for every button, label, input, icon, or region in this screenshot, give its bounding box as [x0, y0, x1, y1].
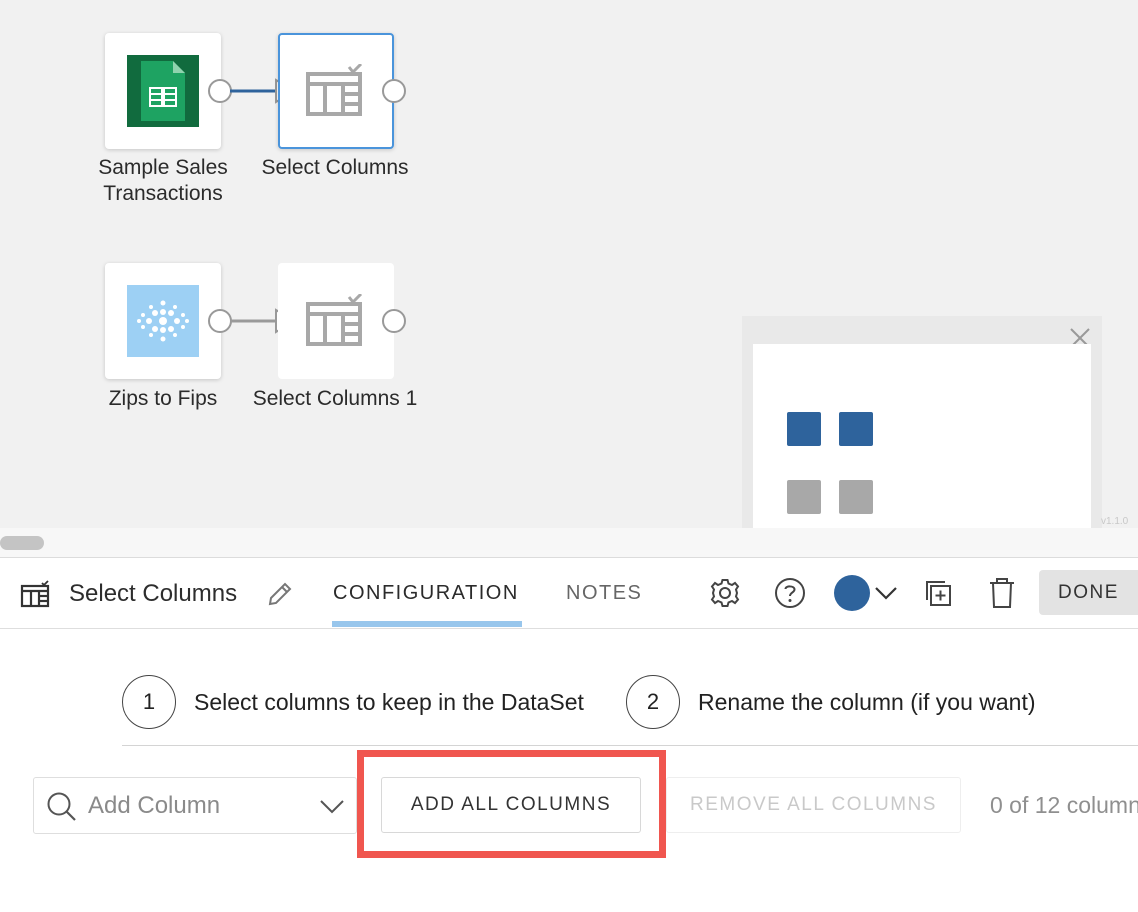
output-port[interactable]	[208, 79, 232, 103]
flow-canvas[interactable]: Sample Sales Transactions Select Columns	[0, 0, 1138, 528]
output-port[interactable]	[208, 309, 232, 333]
minimap-node	[839, 412, 873, 446]
node-select-columns-1[interactable]	[278, 263, 394, 379]
trash-icon[interactable]	[985, 576, 1019, 610]
minimap-node	[839, 480, 873, 514]
node-sample-sales-transactions[interactable]	[105, 33, 221, 149]
scrollbar-thumb[interactable]	[0, 536, 44, 550]
minimap-node	[787, 412, 821, 446]
node-label: Select Columns	[261, 156, 409, 179]
output-port[interactable]	[382, 79, 406, 103]
google-sheets-icon	[127, 55, 199, 127]
panel-title: Select Columns	[69, 580, 238, 607]
panel-header: Select Columns CONFIGURATION NOTES DONE	[0, 558, 1138, 629]
node-label: Zips to Fips	[108, 387, 218, 410]
select-columns-icon	[306, 294, 363, 346]
add-all-columns-button[interactable]: ADD ALL COLUMNS	[381, 777, 641, 833]
pencil-icon[interactable]	[266, 580, 294, 608]
step-number-2: 2	[626, 675, 680, 729]
node-label: Sample Sales Transactions	[98, 156, 228, 205]
chevron-down-icon[interactable]	[318, 796, 346, 816]
add-column-input[interactable]	[88, 788, 308, 824]
step-text-1: Select columns to keep in the DataSet	[194, 689, 584, 715]
version-label: v1.1.0	[1101, 516, 1129, 527]
chevron-down-icon[interactable]	[874, 584, 898, 602]
duplicate-icon[interactable]	[921, 576, 955, 610]
step-text-2: Rename the column (if you want)	[698, 689, 1036, 715]
search-icon	[47, 792, 76, 821]
output-port[interactable]	[382, 309, 406, 333]
step-number-1: 1	[122, 675, 176, 729]
dataset-dots-icon	[127, 285, 199, 357]
minimap[interactable]	[742, 316, 1102, 528]
active-tab-indicator	[332, 621, 522, 627]
node-zips-to-fips[interactable]	[105, 263, 221, 379]
gear-icon[interactable]	[708, 576, 742, 610]
color-swatch[interactable]	[834, 575, 870, 611]
minimap-node	[787, 480, 821, 514]
help-icon[interactable]	[773, 576, 807, 610]
tab-configuration[interactable]: CONFIGURATION	[333, 582, 519, 605]
divider	[122, 745, 1138, 746]
add-column-select[interactable]	[33, 777, 357, 834]
done-button[interactable]: DONE	[1039, 570, 1138, 615]
canvas-scrollbar[interactable]	[0, 528, 1138, 558]
remove-all-columns-button[interactable]: REMOVE ALL COLUMNS	[666, 777, 961, 833]
select-columns-icon	[306, 64, 363, 116]
column-count: 0 of 12 columns	[990, 792, 1138, 818]
select-columns-icon	[20, 580, 50, 608]
node-label: Select Columns 1	[252, 387, 418, 410]
node-select-columns[interactable]	[278, 33, 394, 149]
tab-notes[interactable]: NOTES	[566, 582, 642, 605]
minimap-viewport[interactable]	[753, 344, 1091, 528]
